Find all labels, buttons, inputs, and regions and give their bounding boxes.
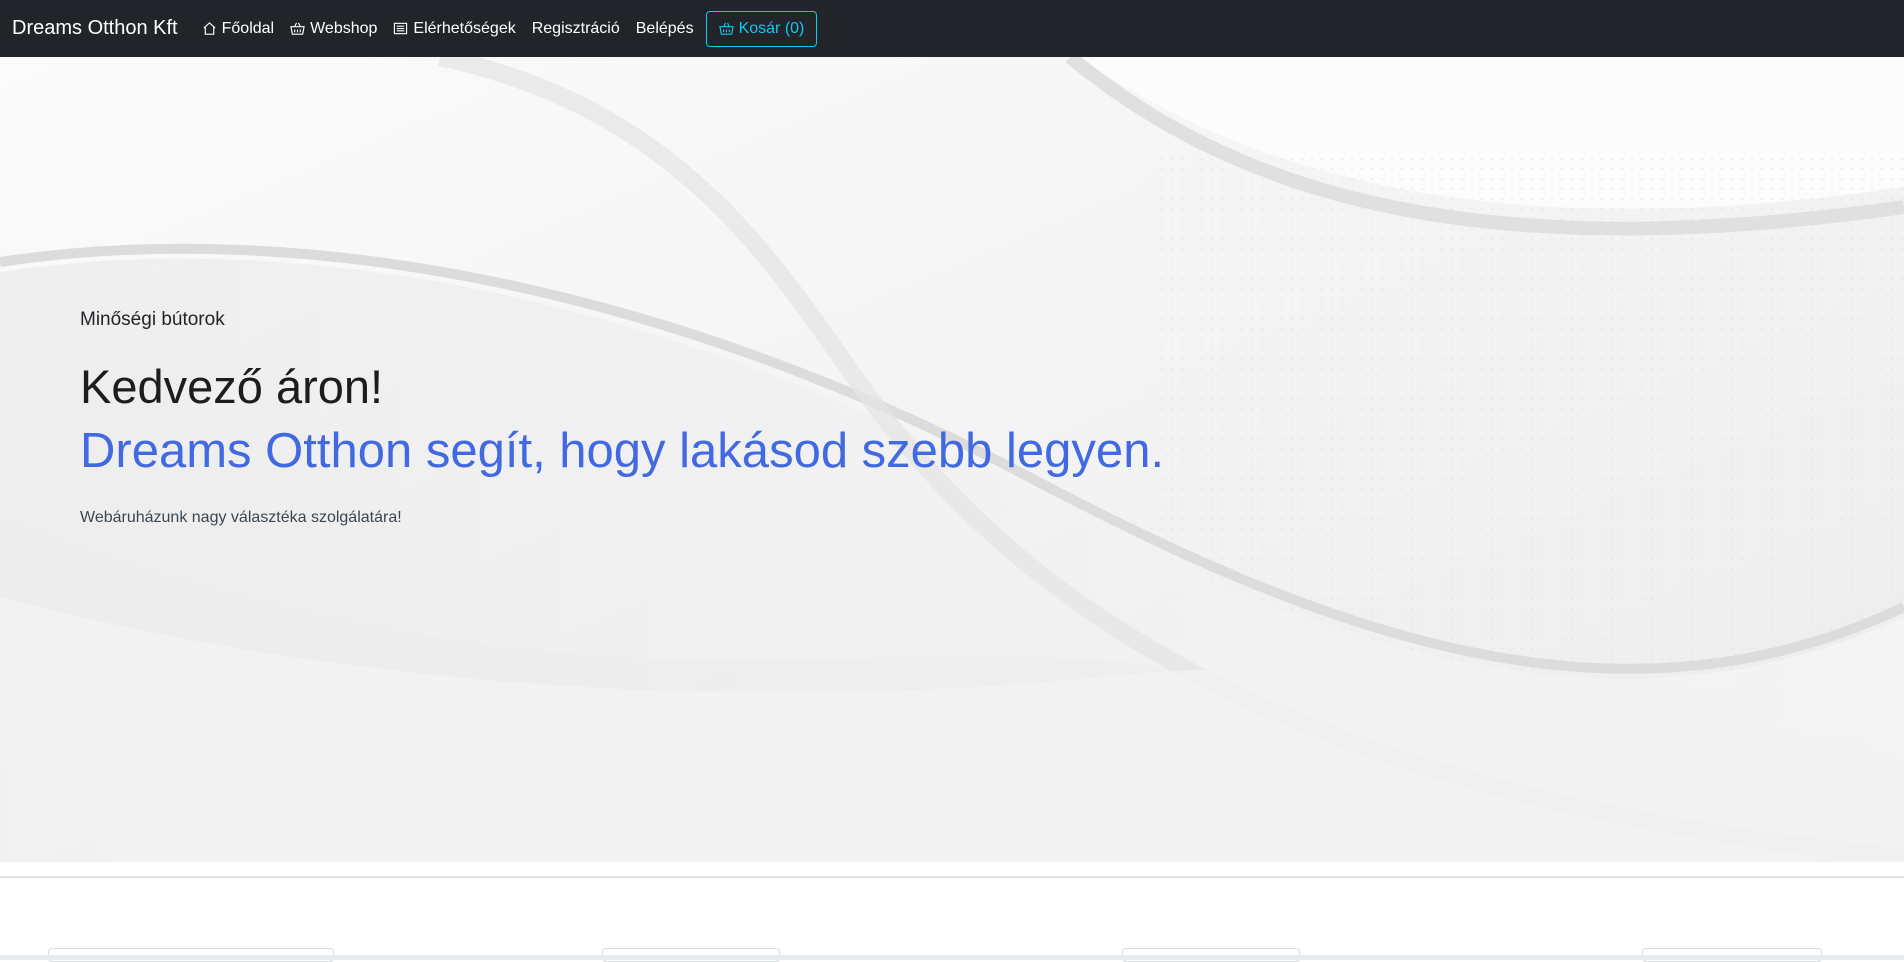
cart-button-label: Kosár (0)	[738, 19, 805, 37]
nav-link-login[interactable]: Belépés	[636, 20, 694, 38]
nav-link-webshop-label: Webshop	[310, 19, 378, 37]
basket-icon	[718, 22, 734, 35]
cart-button[interactable]: Kosár (0)	[705, 10, 818, 47]
hero-banner: Minőségi bútorok Kedvező áron! Dreams Ot…	[0, 57, 1904, 862]
nav-link-contacts-label: Elérhetőségek	[413, 19, 516, 37]
nav-link-contacts[interactable]: Elérhetőségek	[393, 19, 516, 38]
nav-link-home[interactable]: Főoldal	[202, 20, 274, 38]
hero-headline: Kedvező áron!	[80, 360, 384, 413]
basket-icon	[290, 22, 305, 35]
house-icon	[203, 22, 216, 35]
list-icon	[394, 22, 408, 35]
hero-description: Webáruházunk nagy választéka szolgálatár…	[80, 509, 402, 526]
hero-tagline: Dreams Otthon segít, hogy lakásod szebb …	[80, 424, 1165, 478]
nav-link-register[interactable]: Regisztráció	[532, 20, 620, 38]
brand-link[interactable]: Dreams Otthon Kft	[12, 17, 178, 40]
hero-subtitle: Minőségi bútorok	[80, 309, 225, 330]
nav-link-home-label: Főoldal	[221, 19, 275, 37]
top-navbar: Dreams Otthon Kft Főoldal Webshop Elérhe…	[0, 0, 1904, 57]
bottom-scroll-edge	[0, 955, 1904, 960]
nav-link-login-label: Belépés	[635, 19, 694, 37]
nav-link-webshop[interactable]: Webshop	[290, 20, 377, 38]
nav-link-register-label: Regisztráció	[531, 19, 620, 37]
section-divider	[0, 876, 1904, 878]
